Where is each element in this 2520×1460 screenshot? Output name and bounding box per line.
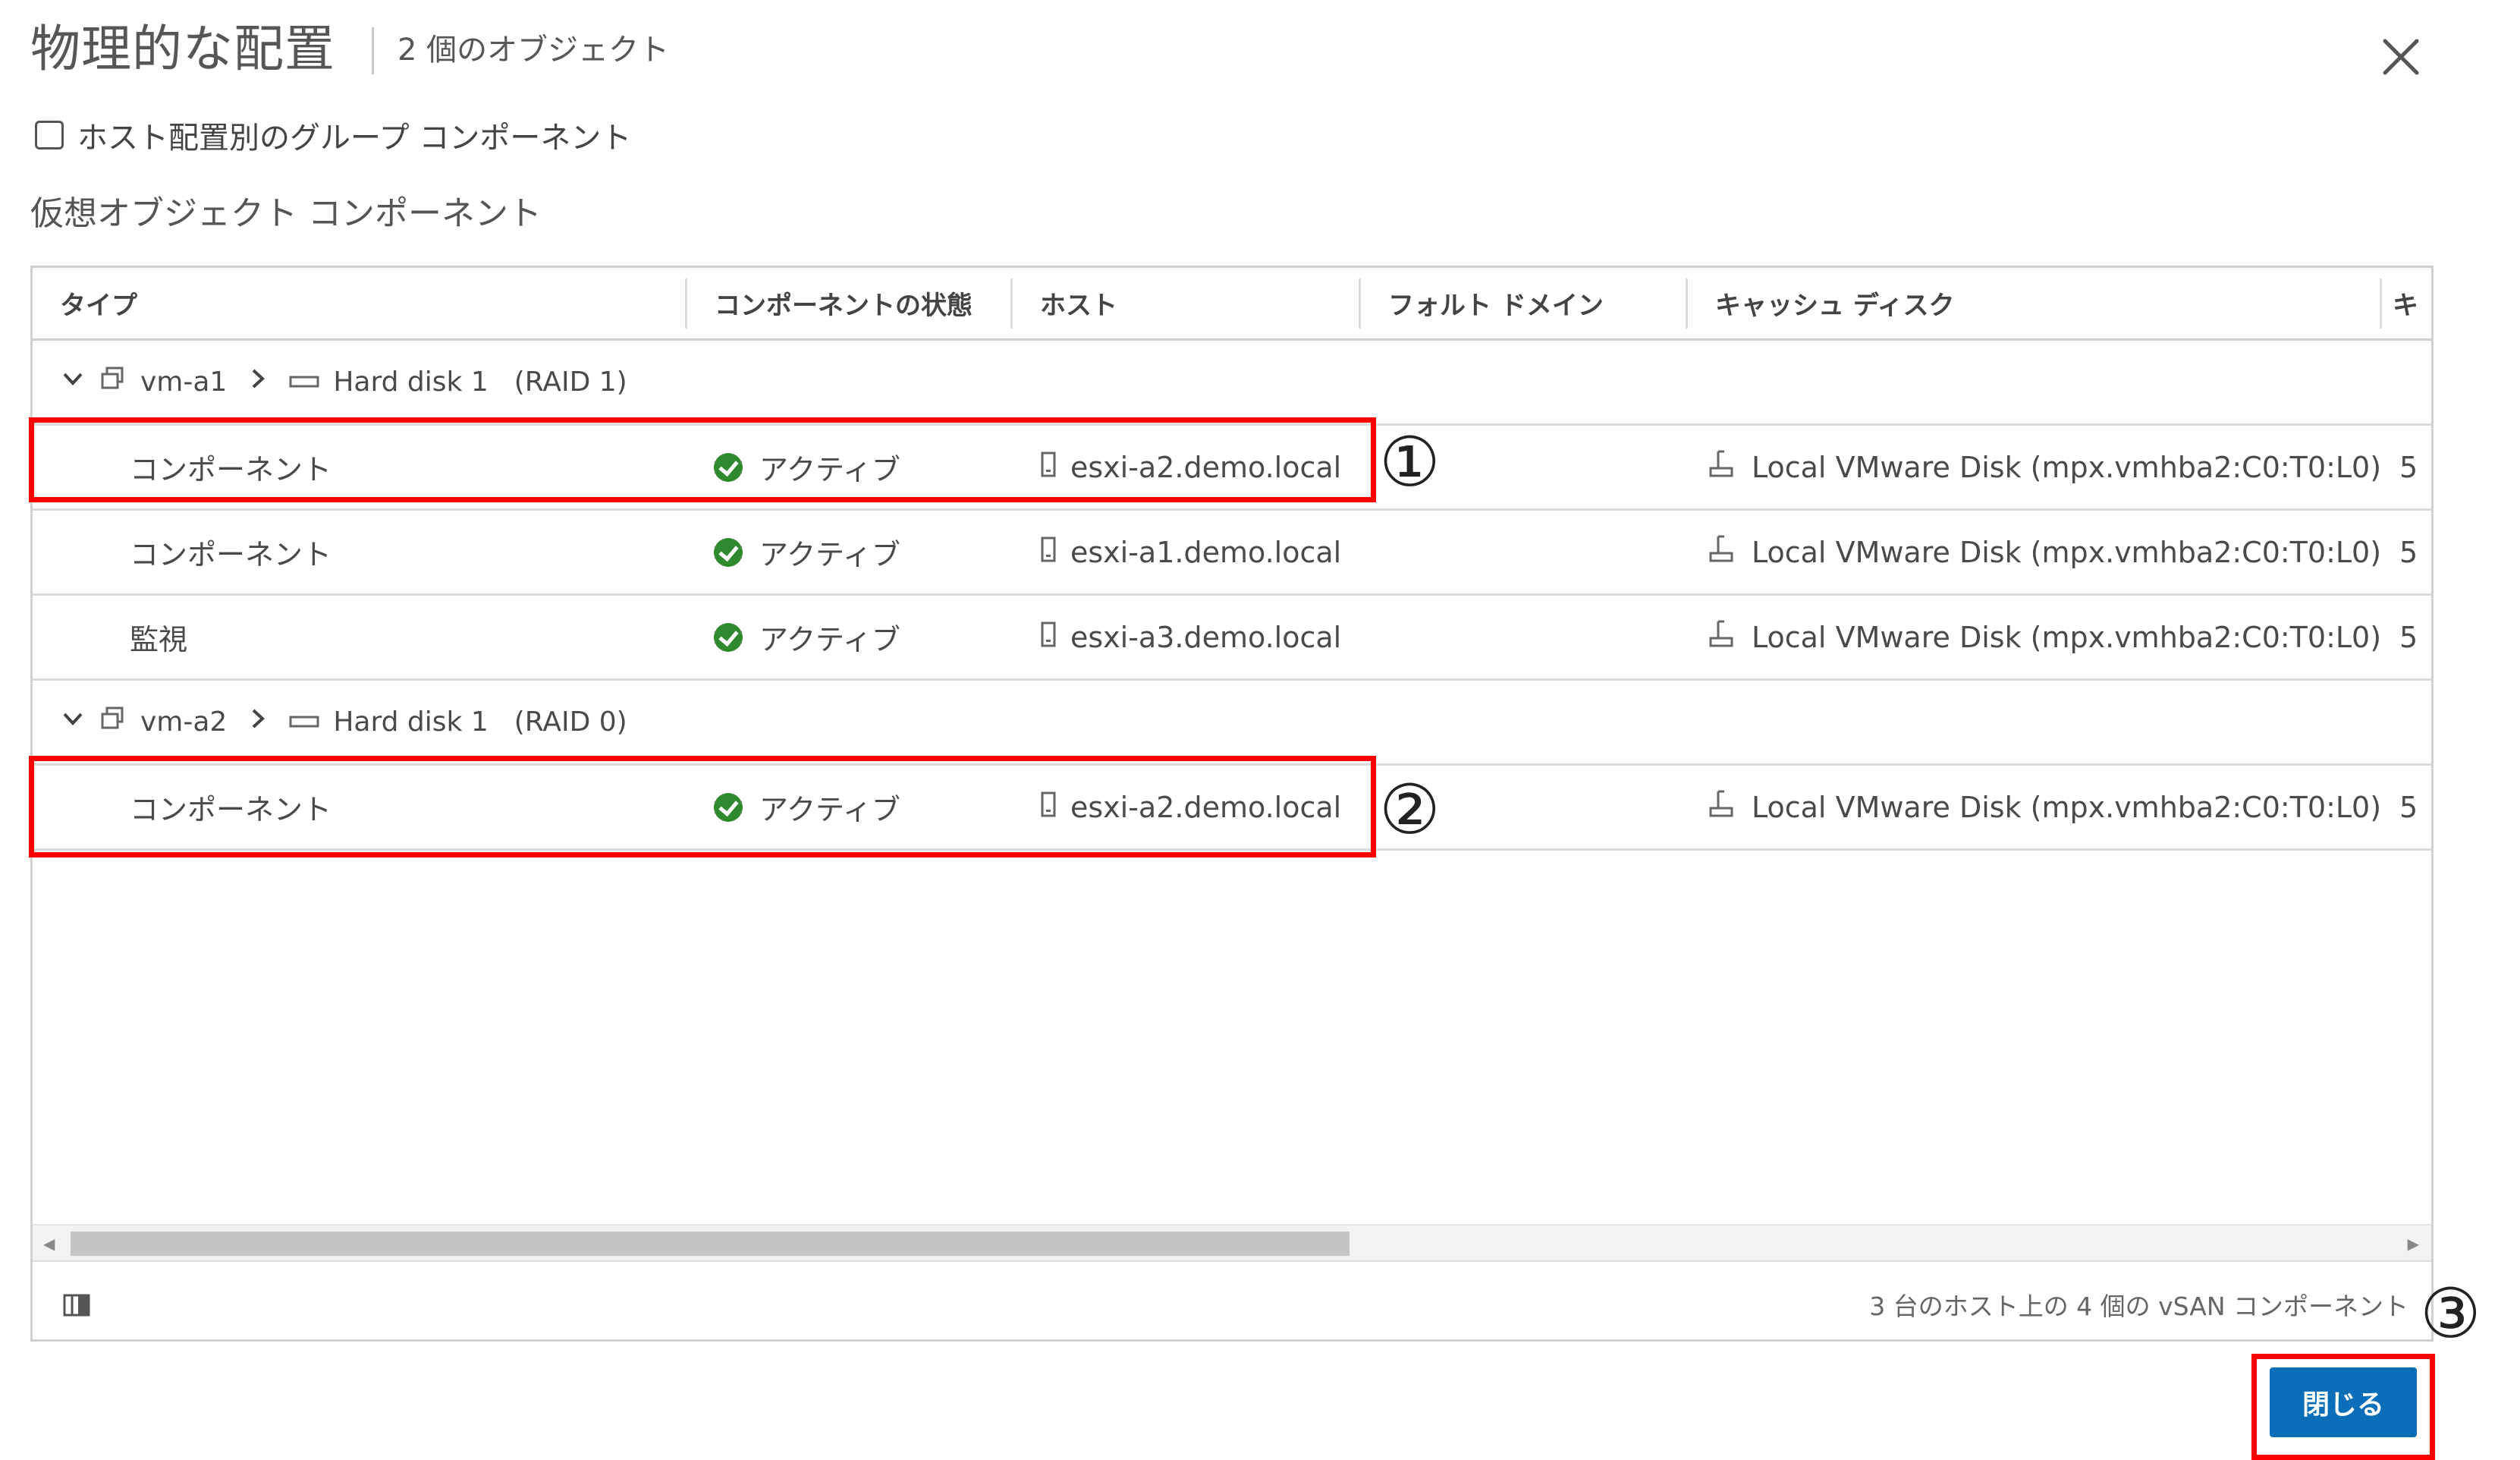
close-icon[interactable] [2374, 30, 2427, 83]
group-row[interactable]: vm-a2 Hard disk 1 (RAID 0) [33, 681, 2431, 766]
row-capacity-disk: 5 [2399, 620, 2418, 654]
components-grid: タイプ コンポーネントの状態 ホスト フォルト ドメイン キャッシュ ディスク … [30, 266, 2434, 1342]
table-row[interactable]: コンポーネント アクティブ esxi-a2.demo.local Local V… [33, 426, 2431, 511]
storage-disk-icon [1708, 618, 1738, 656]
cache-disk-name: Local VMware Disk (mpx.vmhba2:C0:T0:L0) [1752, 620, 2382, 654]
disk-icon [289, 367, 319, 398]
check-circle-icon [714, 792, 743, 822]
chevron-right-icon [248, 366, 268, 398]
row-host: esxi-a2.demo.local [1040, 766, 1341, 848]
row-state-label: アクティブ [759, 453, 900, 486]
close-button[interactable]: 閉じる [2270, 1367, 2417, 1437]
group-path: vm-a2 Hard disk 1 (RAID 0) [60, 681, 627, 763]
column-header-host[interactable]: ホスト [1013, 268, 1359, 338]
section-label: 仮想オブジェクト コンポーネント [30, 194, 542, 233]
check-circle-icon [714, 622, 743, 652]
disk-name: Hard disk 1 [333, 706, 489, 738]
component-count: 3 台のホスト上の 4 個の vSAN コンポーネント [1869, 1292, 2408, 1321]
column-header-capacity-disk[interactable]: キ [2382, 268, 2431, 338]
host-server-icon [1040, 451, 1057, 484]
check-circle-icon [714, 537, 743, 567]
host-link[interactable]: esxi-a2.demo.local [1070, 791, 1341, 824]
group-row[interactable]: vm-a1 Hard disk 1 (RAID 1) [33, 341, 2431, 426]
group-by-host-label: ホスト配置別のグループ コンポーネント [77, 121, 632, 156]
vm-name: vm-a2 [140, 706, 228, 738]
table-row[interactable]: コンポーネント アクティブ esxi-a2.demo.local Local V… [33, 766, 2431, 851]
table-row[interactable]: コンポーネント アクティブ esxi-a1.demo.local Local V… [33, 511, 2431, 596]
row-cache-disk: Local VMware Disk (mpx.vmhba2:C0:T0:L0) [1708, 766, 2381, 848]
grid-footer: 3 台のホスト上の 4 個の vSAN コンポーネント [33, 1263, 2431, 1339]
scrollbar-thumb[interactable] [71, 1232, 1350, 1256]
row-type: コンポーネント [130, 793, 332, 826]
group-by-host-option[interactable]: ホスト配置別のグループ コンポーネント [35, 112, 631, 158]
row-capacity-disk: 5 [2399, 450, 2418, 484]
row-type: コンポーネント [130, 538, 332, 571]
group-path: vm-a1 Hard disk 1 (RAID 1) [60, 341, 627, 423]
vm-icon [99, 705, 127, 739]
row-state-label: アクティブ [759, 538, 900, 571]
host-link[interactable]: esxi-a3.demo.local [1070, 621, 1341, 654]
disk-icon [289, 706, 319, 738]
horizontal-scrollbar[interactable]: ◀ ▶ [33, 1224, 2431, 1262]
scroll-left-icon[interactable]: ◀ [43, 1235, 55, 1253]
row-host: esxi-a2.demo.local [1040, 426, 1341, 508]
host-server-icon [1040, 791, 1057, 824]
dialog-title: 物理的な配置 [30, 20, 335, 78]
column-header-fault-domain[interactable]: フォルト ドメイン [1361, 268, 1686, 338]
column-header-cache-disk[interactable]: キャッシュ ディスク [1688, 268, 2380, 338]
row-capacity-disk: 5 [2399, 535, 2418, 569]
row-cache-disk: Local VMware Disk (mpx.vmhba2:C0:T0:L0) [1708, 511, 2381, 593]
row-state: アクティブ [714, 511, 900, 593]
storage-disk-icon [1708, 533, 1738, 571]
host-server-icon [1040, 621, 1057, 654]
storage-disk-icon [1708, 448, 1738, 486]
raid-level: (RAID 1) [514, 367, 627, 398]
grid-header: タイプ コンポーネントの状態 ホスト フォルト ドメイン キャッシュ ディスク … [33, 268, 2431, 341]
callout-1: ① [1379, 423, 1441, 502]
table-row[interactable]: 監視 アクティブ esxi-a3.demo.local Local VMware… [33, 596, 2431, 681]
column-header-state[interactable]: コンポーネントの状態 [687, 268, 1010, 338]
row-type: コンポーネント [130, 453, 332, 486]
cache-disk-name: Local VMware Disk (mpx.vmhba2:C0:T0:L0) [1752, 450, 2382, 484]
row-type: 監視 [130, 623, 188, 656]
row-capacity-disk: 5 [2399, 790, 2418, 824]
chevron-down-icon[interactable] [60, 706, 86, 738]
chevron-down-icon[interactable] [60, 366, 86, 398]
row-state-label: アクティブ [759, 793, 900, 826]
cache-disk-name: Local VMware Disk (mpx.vmhba2:C0:T0:L0) [1752, 790, 2382, 824]
callout-2: ② [1379, 770, 1441, 850]
check-circle-icon [714, 452, 743, 482]
row-host: esxi-a3.demo.local [1040, 596, 1341, 678]
host-link[interactable]: esxi-a2.demo.local [1070, 451, 1341, 484]
callout-3: ③ [2420, 1274, 2481, 1354]
group-by-host-checkbox[interactable] [35, 121, 64, 149]
row-state-label: アクティブ [759, 623, 900, 656]
column-header-type[interactable]: タイプ [33, 268, 685, 338]
host-link[interactable]: esxi-a1.demo.local [1070, 536, 1341, 569]
object-count: 2 個のオブジェクト [397, 33, 670, 68]
vm-name: vm-a1 [140, 367, 228, 398]
row-state: アクティブ [714, 766, 900, 848]
row-cache-disk: Local VMware Disk (mpx.vmhba2:C0:T0:L0) [1708, 596, 2381, 678]
disk-name: Hard disk 1 [333, 367, 489, 398]
row-state: アクティブ [714, 596, 900, 678]
raid-level: (RAID 0) [514, 706, 627, 738]
row-host: esxi-a1.demo.local [1040, 511, 1341, 593]
cache-disk-name: Local VMware Disk (mpx.vmhba2:C0:T0:L0) [1752, 535, 2382, 569]
row-state: アクティブ [714, 426, 900, 508]
storage-disk-icon [1708, 788, 1738, 826]
column-toggle-icon[interactable] [63, 1294, 90, 1317]
title-divider [372, 27, 374, 74]
chevron-right-icon [248, 706, 268, 738]
scroll-right-icon[interactable]: ▶ [2408, 1235, 2419, 1253]
row-cache-disk: Local VMware Disk (mpx.vmhba2:C0:T0:L0) [1708, 426, 2381, 508]
host-server-icon [1040, 536, 1057, 569]
vm-icon [99, 365, 127, 399]
